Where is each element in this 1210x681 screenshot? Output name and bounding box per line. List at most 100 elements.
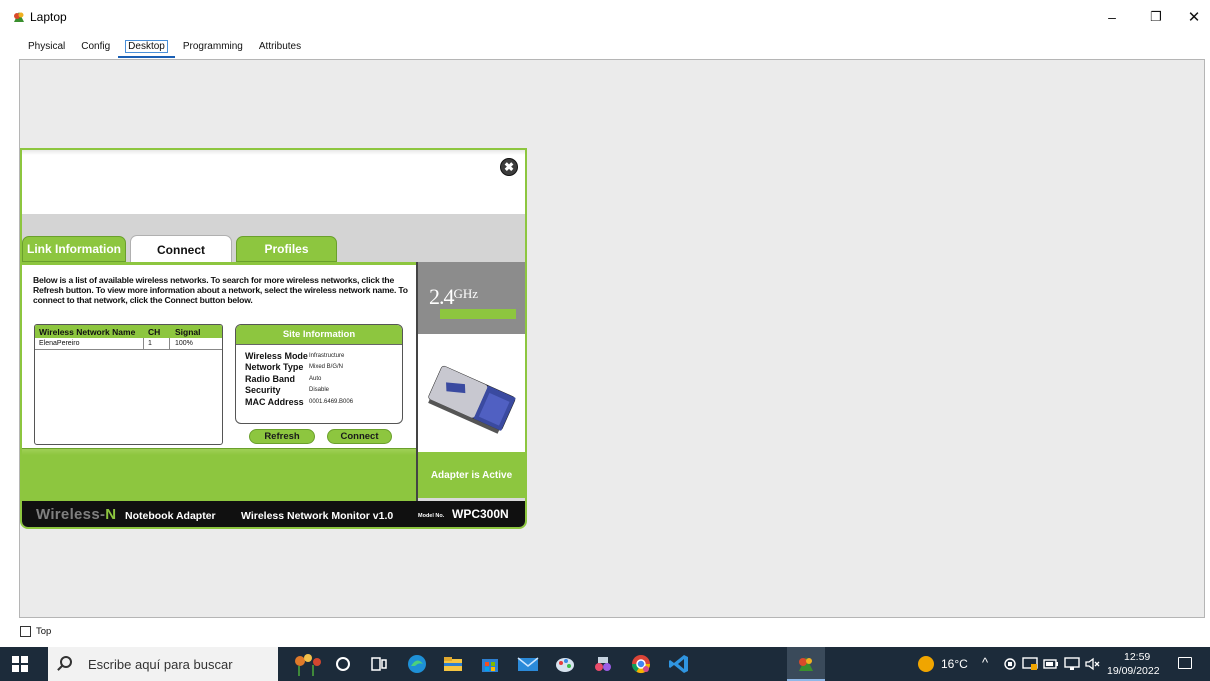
tab-label: Profiles xyxy=(264,242,309,256)
tab-label: Link Information xyxy=(27,242,121,256)
tab-programming[interactable]: Programming xyxy=(174,38,251,58)
search-placeholder: Escribe aquí para buscar xyxy=(88,657,233,672)
status-strip xyxy=(22,448,416,501)
band-text: 2.4GHz xyxy=(429,284,478,310)
tab-label: Physical xyxy=(28,41,66,52)
speaker-muted-icon[interactable] xyxy=(1085,657,1101,671)
tab-label: Desktop xyxy=(125,40,168,53)
site-label: Network Type xyxy=(245,362,304,373)
notifications-icon[interactable] xyxy=(1178,657,1192,669)
minimize-button[interactable]: – xyxy=(1090,4,1134,30)
brand-prefix: Wireless- xyxy=(36,506,106,523)
network-list-header: Wireless Network Name CH Signal xyxy=(35,325,222,338)
monitor-name: Wireless Network Monitor v1.0 xyxy=(241,510,394,522)
site-label: MAC Address xyxy=(245,396,304,407)
vscode-icon[interactable] xyxy=(668,653,690,675)
top-checkbox[interactable] xyxy=(20,626,31,637)
description-text: button below. xyxy=(197,295,253,305)
site-value: Infrastructure xyxy=(309,352,345,359)
col-signal[interactable]: Signal xyxy=(170,325,222,338)
tab-physical[interactable]: Physical xyxy=(20,38,74,58)
tab-label: Connect xyxy=(157,242,205,257)
brand-logo: Wireless-N xyxy=(36,506,116,523)
row-divider xyxy=(35,349,222,350)
windows-start-icon[interactable] xyxy=(12,656,28,672)
taskbar-search-box[interactable]: Escribe aquí para buscar xyxy=(48,647,278,681)
network-channel: 1 xyxy=(144,338,170,349)
paint-icon[interactable] xyxy=(554,653,576,675)
site-row-radio-band: Radio Band Auto xyxy=(236,373,402,385)
display-icon[interactable] xyxy=(1022,657,1038,671)
site-label: Wireless Mode xyxy=(245,350,308,361)
site-row-mac-address: MAC Address 0001.6469.B006 xyxy=(236,396,402,408)
site-information-title: Site Information xyxy=(236,325,402,345)
packet-tracer-taskbar-item[interactable] xyxy=(787,647,825,681)
brand-letter: N xyxy=(105,506,117,523)
close-button[interactable]: ✕ xyxy=(1172,4,1210,30)
description-refresh: Refresh xyxy=(33,285,64,295)
packet-tracer-icon xyxy=(14,12,24,22)
tab-attributes[interactable]: Attributes xyxy=(250,38,310,58)
tab-config[interactable]: Config xyxy=(73,38,119,58)
top-checkbox-label: Top xyxy=(36,626,52,637)
site-row-security: Security Disable xyxy=(236,385,402,397)
connect-button[interactable]: Connect xyxy=(327,429,392,444)
edge-icon[interactable] xyxy=(406,653,428,675)
network-name: ElenaPereiro xyxy=(35,338,144,349)
network-list[interactable]: Wireless Network Name CH Signal ElenaPer… xyxy=(34,324,223,445)
title-bar: Laptop – ❐ ✕ xyxy=(0,0,1210,34)
tab-label: Attributes xyxy=(258,41,302,52)
band-unit: GHz xyxy=(453,286,479,301)
model-number: WPC300N xyxy=(452,507,509,521)
tab-connect[interactable]: Connect xyxy=(130,235,232,263)
window-title: Laptop xyxy=(30,10,67,24)
site-row-network-type: Network Type Mixed B/G/N xyxy=(236,362,402,374)
mail-icon[interactable] xyxy=(517,654,539,674)
close-monitor-button[interactable]: ✖ xyxy=(500,158,518,176)
snip-icon[interactable] xyxy=(592,653,614,675)
cortana-icon[interactable] xyxy=(334,655,352,673)
adapter-card-image xyxy=(418,334,525,452)
refresh-button[interactable]: Refresh xyxy=(249,429,315,444)
network-signal: 100% xyxy=(175,340,193,347)
connect-description: Below is a list of available wireless ne… xyxy=(33,275,413,305)
chrome-icon[interactable] xyxy=(630,653,652,675)
col-channel[interactable]: CH xyxy=(144,325,170,338)
site-row-wireless-mode: Wireless Mode Infrastructure xyxy=(236,350,402,362)
clock-date[interactable]: 19/09/2022 xyxy=(1107,665,1160,677)
tab-link-information[interactable]: Link Information xyxy=(22,236,126,262)
col-network-name[interactable]: Wireless Network Name xyxy=(35,325,144,338)
wireless-monitor-window: ✖ Link Information Connect Profiles Belo… xyxy=(20,148,527,529)
site-value: Auto xyxy=(309,375,322,382)
site-value: Disable xyxy=(309,387,330,394)
weather-icon[interactable] xyxy=(918,656,934,672)
battery-icon[interactable] xyxy=(1043,657,1059,671)
taskbar: Escribe aquí para buscar 16°C ^ 12:59 19… xyxy=(0,647,1210,681)
network-icon[interactable] xyxy=(1064,657,1080,671)
onedrive-icon[interactable] xyxy=(1003,657,1017,671)
device-tabs: Physical Config Desktop Programming Attr… xyxy=(20,38,310,58)
band-badge: 2.4GHz xyxy=(418,262,525,334)
site-value: 0001.6469.B006 xyxy=(309,398,354,405)
site-label: Radio Band xyxy=(245,373,296,384)
weather-temp[interactable]: 16°C xyxy=(941,657,968,671)
monitor-footer: Wireless-N Notebook Adapter Wireless Net… xyxy=(22,501,525,527)
band-bar xyxy=(440,309,516,319)
clock-time[interactable]: 12:59 xyxy=(1124,651,1150,663)
search-icon xyxy=(60,656,72,668)
network-row[interactable]: ElenaPereiro 1 100% xyxy=(35,338,222,349)
site-value: Mixed B/G/N xyxy=(309,364,344,371)
tab-label: Programming xyxy=(182,41,243,52)
description-connect: Connect xyxy=(164,295,198,305)
app-window: Laptop – ❐ ✕ Physical Config Desktop Pro… xyxy=(0,0,1210,681)
tab-profiles[interactable]: Profiles xyxy=(236,236,337,262)
task-view-icon[interactable] xyxy=(370,655,388,673)
connect-panel: Below is a list of available wireless ne… xyxy=(22,262,416,448)
model-label: Model No. xyxy=(418,513,445,519)
chevron-up-icon[interactable]: ^ xyxy=(982,655,988,670)
product-name: Notebook Adapter xyxy=(125,510,216,522)
store-icon[interactable] xyxy=(480,654,500,674)
tab-label: Config xyxy=(81,41,111,52)
tab-desktop[interactable]: Desktop xyxy=(118,38,175,58)
file-explorer-icon[interactable] xyxy=(443,654,463,674)
